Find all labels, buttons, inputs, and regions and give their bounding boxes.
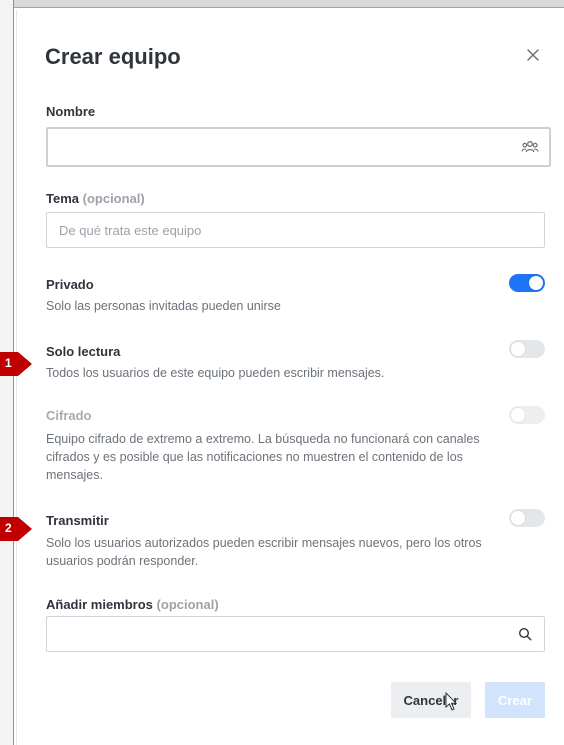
private-toggle[interactable]: [509, 274, 545, 292]
marker-number: 1: [5, 356, 12, 370]
marker-number: 2: [5, 521, 12, 535]
topic-label: Tema (opcional): [46, 191, 145, 206]
topic-field[interactable]: [46, 212, 545, 248]
readonly-toggle[interactable]: [509, 340, 545, 358]
members-input[interactable]: [47, 617, 544, 651]
step-marker-2: 2: [0, 517, 34, 541]
toggle-knob: [511, 511, 525, 525]
private-label: Privado: [46, 277, 94, 292]
mouse-cursor-icon: [445, 692, 458, 711]
name-input[interactable]: [48, 129, 549, 165]
encrypted-description: Equipo cifrado de extremo a extremo. La …: [46, 432, 480, 482]
toggle-knob: [529, 276, 543, 290]
toggle-knob: [511, 342, 525, 356]
create-team-dialog: Crear equipo Nombre Tema (opcional) Pr: [16, 10, 562, 745]
encrypted-label: Cifrado: [46, 408, 92, 423]
private-description: Solo las personas invitadas pueden unirs…: [46, 299, 281, 313]
readonly-description: Todos los usuarios de este equipo pueden…: [46, 366, 385, 380]
members-field[interactable]: [46, 616, 545, 652]
name-field[interactable]: [46, 127, 551, 167]
broadcast-toggle[interactable]: [509, 509, 545, 527]
readonly-label: Solo lectura: [46, 344, 121, 359]
dialog-title: Crear equipo: [45, 44, 181, 69]
name-label: Nombre: [46, 104, 95, 119]
step-marker-1: 1: [0, 352, 34, 376]
close-icon: [527, 49, 539, 61]
members-label-text: Añadir miembros: [46, 597, 153, 612]
topic-optional-text: (opcional): [82, 191, 145, 206]
toggle-knob: [511, 408, 525, 422]
encrypted-toggle: [509, 406, 545, 424]
close-button[interactable]: [524, 46, 542, 64]
broadcast-label: Transmitir: [46, 513, 109, 528]
topic-input[interactable]: [47, 213, 544, 247]
name-label-text: Nombre: [46, 104, 96, 119]
topic-label-text: Tema: [46, 191, 79, 206]
create-button[interactable]: Crear: [485, 682, 545, 718]
background-window-edge: [0, 0, 564, 8]
team-icon: [521, 138, 539, 156]
cancel-button[interactable]: Cancelar: [391, 682, 471, 718]
search-icon[interactable]: [516, 625, 534, 643]
members-optional-text: (opcional): [156, 597, 219, 612]
broadcast-description: Solo los usuarios autorizados pueden esc…: [46, 536, 482, 568]
members-label: Añadir miembros (opcional): [46, 597, 219, 612]
